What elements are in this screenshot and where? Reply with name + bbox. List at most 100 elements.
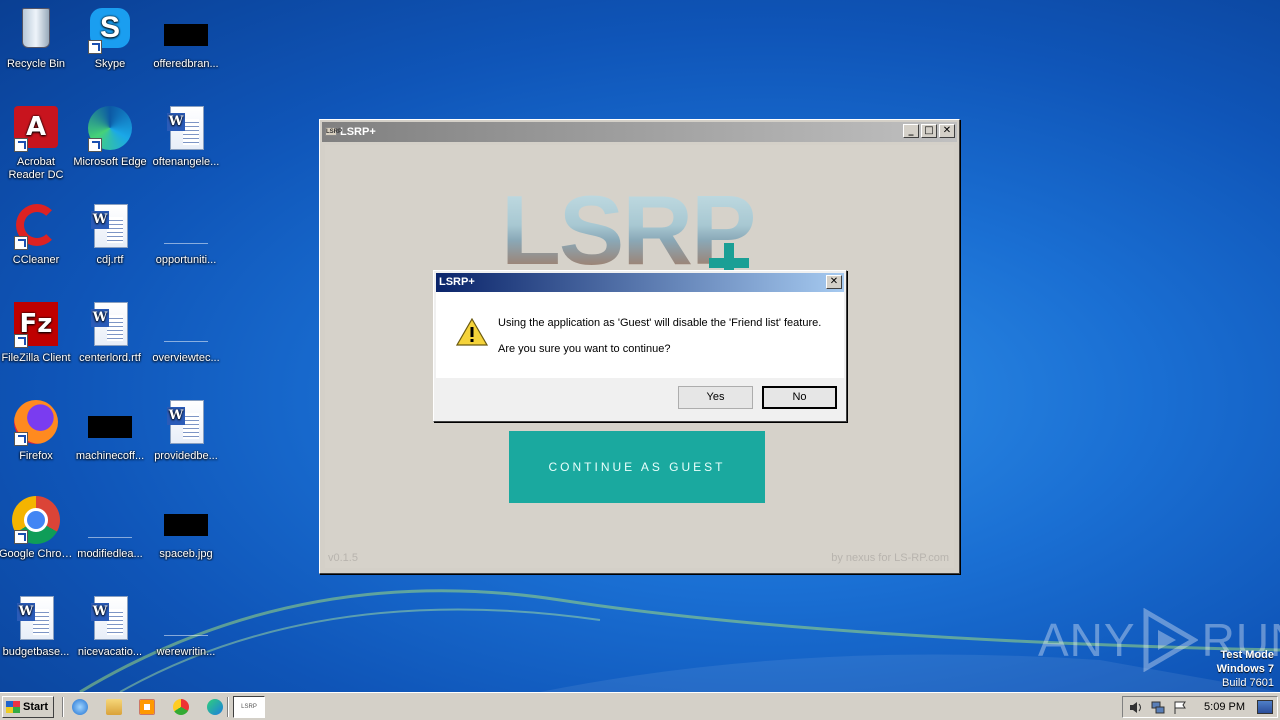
os-test-mode-info: Test Mode Windows 7 Build 7601 — [1217, 648, 1274, 690]
desktop-icon-label: Google Chrome — [0, 548, 74, 560]
desktop-icon[interactable]: Microsoft Edge — [72, 104, 148, 169]
dialog-footer: Yes No — [436, 378, 844, 419]
app-window-icon: LSRP — [325, 127, 343, 136]
desktop-icon-label: oftenangele... — [152, 156, 220, 168]
desktop-icon-label: offeredbran... — [153, 58, 219, 70]
desktop-icon[interactable]: CCleaner — [0, 202, 74, 267]
desktop-icon-label: CCleaner — [12, 254, 60, 266]
word-doc-icon: W — [162, 104, 210, 152]
dialog-title-bar[interactable]: LSRP+ ✕ — [436, 273, 844, 292]
start-button[interactable]: Start — [2, 696, 54, 718]
word-doc-icon: W — [86, 300, 134, 348]
internet-explorer-icon[interactable] — [72, 699, 88, 715]
taskbar: Start LSRP 5:09 PM — [0, 692, 1280, 720]
ccleaner-icon — [12, 202, 60, 250]
yes-button[interactable]: Yes — [678, 386, 753, 409]
desktop-icon-label: opportuniti... — [155, 254, 217, 266]
shortcut-arrow-icon — [88, 138, 102, 152]
action-center-flag-icon[interactable] — [1173, 701, 1187, 714]
minimize-button[interactable]: _ — [903, 124, 919, 138]
dialog-question: Are you sure you want to continue? — [498, 343, 671, 355]
taskbar-clock[interactable]: 5:09 PM — [1204, 697, 1245, 717]
desktop-icon-label: FileZilla Client — [1, 352, 71, 364]
word-doc-icon: W — [162, 398, 210, 446]
volume-icon[interactable] — [1129, 701, 1143, 714]
desktop-icon[interactable]: Wnicevacatio... — [72, 594, 148, 659]
desktop-icon[interactable]: Woftenangele... — [148, 104, 224, 169]
desktop-icon[interactable]: Wcenterlord.rtf — [72, 300, 148, 365]
desktop-icon[interactable]: offeredbran... — [148, 6, 224, 71]
desktop-icon[interactable]: Wcdj.rtf — [72, 202, 148, 267]
desktop-icon[interactable]: modifiedlea... — [72, 496, 148, 561]
desktop-icon-label: cdj.rtf — [96, 254, 124, 266]
firefox-icon — [12, 398, 60, 446]
close-button[interactable]: ✕ — [939, 124, 955, 138]
blank-file-icon — [162, 594, 210, 642]
credit-label: by nexus for LS-RP.com — [831, 552, 949, 564]
desktop-icon-label: machinecoff... — [75, 450, 145, 462]
desktop-icon-label: Microsoft Edge — [73, 156, 147, 168]
desktop-icon-label: providedbe... — [154, 450, 218, 462]
desktop-icon-label: Firefox — [19, 450, 53, 462]
filezilla-icon: Fz — [12, 300, 60, 348]
desktop-icon[interactable]: spaceb.jpg — [148, 496, 224, 561]
shortcut-arrow-icon — [14, 138, 28, 152]
skype-icon: S — [86, 6, 134, 54]
black-image-file-icon — [162, 6, 210, 54]
show-desktop-icon[interactable] — [1257, 700, 1273, 714]
shortcut-arrow-icon — [14, 236, 28, 250]
word-doc-icon: W — [86, 202, 134, 250]
desktop-icon[interactable]: opportuniti... — [148, 202, 224, 267]
windows-logo-icon — [6, 701, 20, 713]
desktop-icon[interactable]: overviewtec... — [148, 300, 224, 365]
network-icon[interactable] — [1151, 701, 1165, 714]
continue-as-guest-button[interactable]: CONTINUE AS GUEST — [509, 431, 765, 503]
os-version-label: Windows 7 — [1216, 663, 1274, 675]
taskbar-separator — [62, 697, 64, 717]
desktop-icon[interactable]: machinecoff... — [72, 398, 148, 463]
dialog-title: LSRP+ — [439, 276, 475, 288]
black-image-file-icon — [86, 398, 134, 446]
explorer-folder-icon[interactable] — [106, 699, 122, 715]
chrome-taskbar-icon[interactable] — [173, 699, 189, 715]
version-label: v0.1.5 — [328, 552, 358, 564]
desktop-icon[interactable]: werewritin... — [148, 594, 224, 659]
desktop-icon[interactable]: Firefox — [0, 398, 74, 463]
recycle-bin-icon — [12, 6, 60, 54]
dialog-close-button[interactable]: ✕ — [826, 275, 842, 289]
dialog-message: Using the application as 'Guest' will di… — [498, 317, 822, 329]
app-window-title: LSRP+ — [340, 126, 376, 138]
chrome-icon — [12, 496, 60, 544]
system-tray: 5:09 PM — [1122, 696, 1278, 718]
warning-icon — [456, 318, 488, 346]
desktop-icon[interactable]: Google Chrome — [0, 496, 74, 561]
blank-file-icon — [162, 202, 210, 250]
no-button[interactable]: No — [762, 386, 837, 409]
edge-taskbar-icon[interactable] — [207, 699, 223, 715]
confirm-dialog[interactable]: LSRP+ ✕ Using the application as 'Guest'… — [433, 270, 847, 422]
desktop-icon[interactable]: A Acrobat Reader DC — [0, 104, 74, 182]
acrobat-icon: A — [12, 104, 60, 152]
dialog-body: Using the application as 'Guest' will di… — [436, 292, 844, 378]
desktop-icon-label: budgetbase... — [2, 646, 70, 658]
desktop-icon[interactable]: Wprovidedbe... — [148, 398, 224, 463]
test-mode-label: Test Mode — [1220, 649, 1274, 661]
black-image-file-icon — [162, 496, 210, 544]
desktop-icon-label: werewritin... — [156, 646, 216, 658]
start-label: Start — [23, 701, 49, 713]
desktop-icon[interactable]: S Skype — [72, 6, 148, 71]
desktop-icon-label: Acrobat Reader DC — [8, 156, 64, 181]
watermark-left-text: ANY — [1038, 614, 1136, 666]
desktop-icon[interactable]: Recycle Bin — [0, 6, 74, 71]
taskbar-item-lsrp[interactable]: LSRP — [233, 696, 265, 718]
blank-file-icon — [86, 496, 134, 544]
desktop-icon[interactable]: Fz FileZilla Client — [0, 300, 74, 365]
desktop-icon-label: Skype — [94, 58, 126, 70]
maximize-button[interactable]: □ — [921, 124, 937, 138]
desktop-icon[interactable]: Wbudgetbase... — [0, 594, 74, 659]
word-doc-icon: W — [86, 594, 134, 642]
app-title-bar[interactable]: LSRP LSRP+ _ □ ✕ — [322, 122, 957, 142]
media-player-icon[interactable] — [139, 699, 155, 715]
taskbar-separator — [227, 697, 229, 717]
blank-file-icon — [162, 300, 210, 348]
